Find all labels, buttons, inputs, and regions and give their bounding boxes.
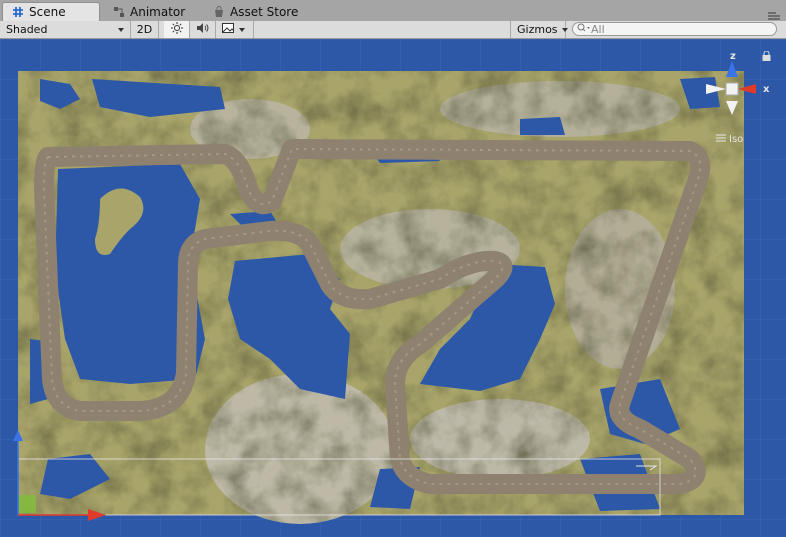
projection-label: Iso	[729, 134, 744, 145]
animator-icon	[112, 5, 126, 19]
projection-toggle[interactable]: Iso	[716, 134, 743, 145]
speaker-icon	[196, 22, 209, 37]
scene-orientation-gizmo[interactable]: z x	[700, 47, 786, 142]
search-icon	[577, 23, 591, 36]
search-input: All	[591, 22, 605, 36]
axis-z-label: z	[730, 51, 736, 62]
terrain-view	[0, 39, 786, 537]
hierarchy-search-field[interactable]: All	[572, 22, 777, 36]
window-tab-bar: Scene Animator Asset Store	[0, 0, 786, 22]
plane-handle[interactable]	[18, 495, 36, 513]
chevron-down-icon	[239, 27, 245, 32]
window-menu-icon[interactable]	[768, 10, 780, 20]
scene-viewport[interactable]: z x Iso	[0, 39, 786, 537]
scene-audio-button[interactable]	[190, 21, 216, 38]
tab-scene[interactable]: Scene	[2, 2, 100, 21]
scene-toolbar: Shaded 2D Gizmos All	[0, 21, 786, 39]
tab-asset-store-label: Asset Store	[230, 4, 299, 19]
menu-lines-icon	[716, 134, 726, 145]
tab-scene-label: Scene	[29, 5, 66, 19]
gizmos-dropdown[interactable]: Gizmos	[510, 21, 568, 38]
chevron-down-icon	[561, 27, 568, 32]
lock-icon[interactable]	[762, 50, 771, 64]
scene-effects-dropdown[interactable]	[216, 21, 254, 38]
chevron-down-icon	[118, 27, 124, 32]
tab-animator[interactable]: Animator	[104, 2, 193, 21]
sun-icon	[170, 22, 183, 37]
mode-2d-button[interactable]: 2D	[131, 21, 159, 38]
draw-mode-label: Shaded	[6, 23, 48, 36]
gizmos-label: Gizmos	[517, 23, 558, 36]
image-icon	[222, 23, 235, 36]
scene-lighting-button[interactable]	[164, 21, 190, 38]
tab-asset-store[interactable]: Asset Store	[204, 2, 306, 21]
store-icon	[212, 5, 226, 19]
tab-animator-label: Animator	[130, 4, 186, 19]
axis-x-label: x	[763, 84, 770, 95]
mode-2d-label: 2D	[136, 23, 153, 36]
draw-mode-dropdown[interactable]: Shaded	[0, 21, 131, 38]
grid-icon	[11, 5, 25, 19]
